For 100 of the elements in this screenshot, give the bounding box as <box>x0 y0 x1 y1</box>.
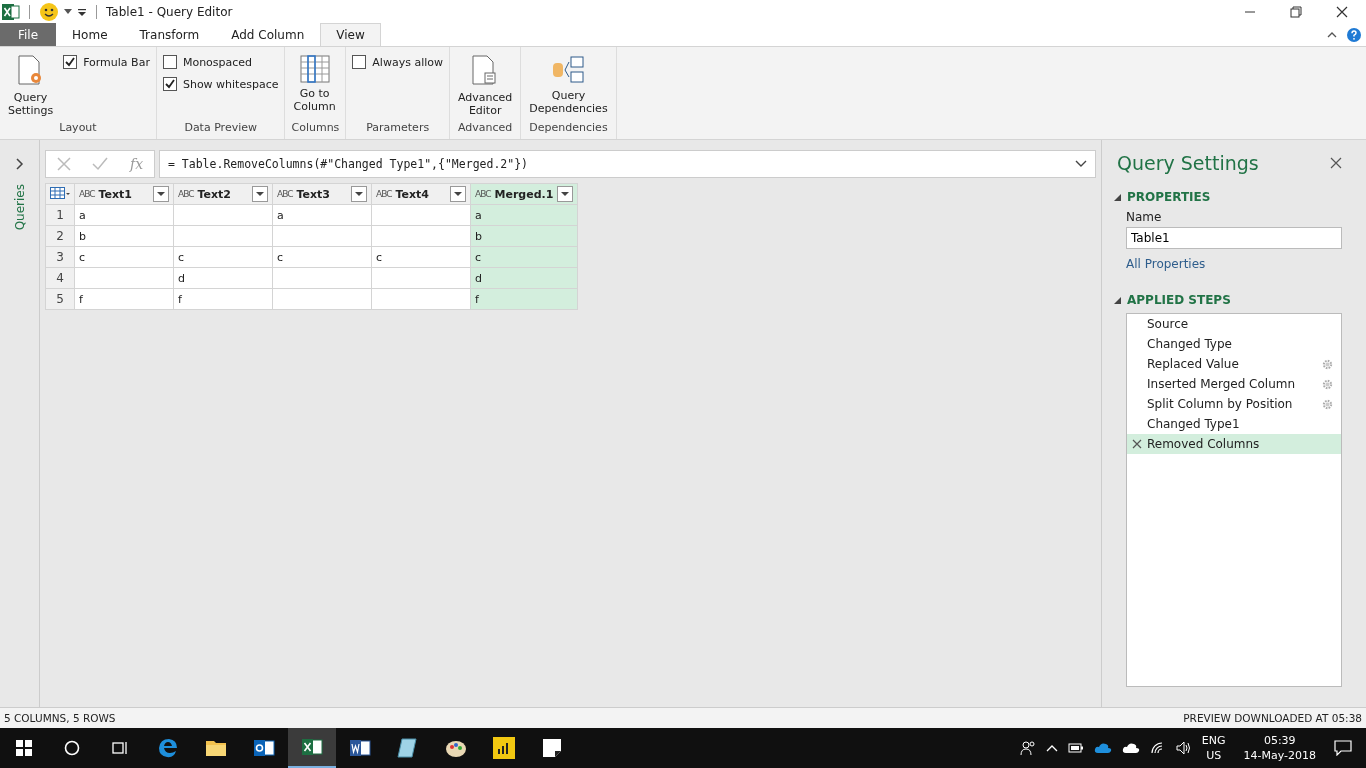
field-label: Name <box>1126 210 1163 224</box>
data-type-label[interactable]: ABC <box>475 189 491 199</box>
applied-step[interactable]: Changed Type1 <box>1127 414 1341 434</box>
name-field[interactable]: Table1 <box>1126 227 1342 249</box>
clock-date[interactable]: 14-May-2018 <box>1243 748 1316 763</box>
table-cell: d <box>173 267 273 289</box>
pane-title: Query Settings <box>1117 152 1259 174</box>
ribbon-tab[interactable]: Home <box>56 23 124 46</box>
chevron-up-icon[interactable] <box>1045 744 1058 752</box>
checkbox-label[interactable]: Monospaced <box>182 55 253 69</box>
table-column-icon[interactable] <box>299 55 330 83</box>
table-cell: a <box>272 204 372 226</box>
table-cell: f <box>173 288 273 310</box>
applied-step[interactable]: Replaced Value <box>1127 354 1341 374</box>
section-heading: APPLIED STEPS <box>1127 293 1231 307</box>
data-type-label[interactable]: ABC <box>376 189 392 199</box>
table-cell: c <box>272 246 372 268</box>
query-dependencies-button[interactable]: Query Dependencies <box>527 51 610 121</box>
advanced-editor-button[interactable]: Advanced Editor <box>456 51 515 121</box>
formula-field[interactable]: = Table.RemoveColumns(#"Changed Type1",{"Merged.2"}) <box>159 150 1096 178</box>
checkbox[interactable] <box>162 55 177 69</box>
close-icon[interactable] <box>1330 157 1342 169</box>
status-text: PREVIEW DOWNLOADED AT 05:38 <box>1183 712 1362 724</box>
applied-step[interactable]: Changed Type <box>1127 334 1341 354</box>
go-to-column-button[interactable]: Go to Column <box>291 51 338 121</box>
input-language[interactable]: ENG <box>1201 733 1226 748</box>
ribbon-tab[interactable]: Transform <box>123 23 216 46</box>
file-tab[interactable]: File <box>0 23 57 46</box>
delete-step-icon[interactable] <box>1132 439 1142 449</box>
notifications-icon[interactable] <box>1334 740 1352 756</box>
check-icon[interactable] <box>92 157 109 171</box>
column-header[interactable]: ABC Text3 <box>272 183 372 205</box>
filter-dropdown-icon[interactable] <box>153 186 169 202</box>
collapse-triangle-icon[interactable] <box>1114 193 1121 201</box>
column-header[interactable]: ABC Merged.1 <box>470 183 578 205</box>
applied-step[interactable]: Source <box>1127 314 1341 334</box>
checkbox[interactable] <box>162 77 177 91</box>
data-type-label[interactable]: ABC <box>178 189 194 199</box>
all-properties-link[interactable]: All Properties <box>1126 257 1206 271</box>
status-text: 5 COLUMNS, 5 ROWS <box>4 712 116 724</box>
ribbon-group-label: Columns <box>291 121 340 136</box>
column-header[interactable]: ABC Text2 <box>173 183 273 205</box>
ribbon-group-label: Data Preview <box>183 121 258 136</box>
collapse-ribbon-icon[interactable] <box>1327 30 1337 39</box>
windows-start-icon[interactable] <box>16 740 32 756</box>
restore-icon[interactable] <box>1290 5 1302 18</box>
ribbon-group-label: Layout <box>58 121 98 136</box>
smiley-icon[interactable] <box>39 1 59 22</box>
queries-pane-label[interactable]: Queries <box>12 184 27 231</box>
filter-dropdown-icon[interactable] <box>450 186 466 202</box>
table-cell: a <box>74 204 174 226</box>
expand-chevron-icon[interactable] <box>15 158 24 170</box>
filter-dropdown-icon[interactable] <box>351 186 367 202</box>
help-icon[interactable] <box>1347 27 1361 42</box>
collapse-triangle-icon[interactable] <box>1114 296 1121 304</box>
checkbox-label[interactable]: Always allow <box>372 55 443 69</box>
dropdown-caret-icon[interactable] <box>64 8 72 15</box>
people-icon[interactable] <box>1019 740 1036 756</box>
ribbon-tab[interactable]: Add Column <box>215 23 321 46</box>
applied-step[interactable]: Split Column by Position <box>1127 394 1341 414</box>
task-view-icon[interactable] <box>112 740 128 756</box>
expand-caret-icon <box>1075 160 1087 168</box>
customize-toolbar-icon[interactable] <box>77 6 87 17</box>
checkbox-label[interactable]: Show whitespace <box>182 77 279 91</box>
row-number: 2 <box>45 225 75 247</box>
table-cell: c <box>74 246 174 268</box>
query-settings-button[interactable]: Query Settings <box>6 51 56 121</box>
table-cell: b <box>74 225 174 247</box>
row-number: 4 <box>45 267 75 289</box>
input-region[interactable]: US <box>1206 748 1222 763</box>
applied-step[interactable]: Removed Columns <box>1127 434 1341 454</box>
row-number: 1 <box>45 204 75 226</box>
table-menu-icon[interactable] <box>50 186 70 199</box>
column-header[interactable]: ABC Text4 <box>371 183 471 205</box>
dependency-diagram-icon[interactable] <box>551 55 586 85</box>
row-number: 5 <box>45 288 75 310</box>
speaker-icon[interactable] <box>1175 741 1192 755</box>
clock-time[interactable]: 05:39 <box>1263 733 1296 748</box>
filter-dropdown-icon[interactable] <box>557 186 574 202</box>
section-heading: PROPERTIES <box>1127 190 1211 204</box>
cloud-icon[interactable] <box>1121 742 1140 754</box>
table-cell: f <box>74 288 174 310</box>
applied-step[interactable]: Inserted Merged Column <box>1127 374 1341 394</box>
table-cell: c <box>371 246 471 268</box>
checkbox-label[interactable]: Formula Bar <box>83 55 150 69</box>
ribbon-group-label: Advanced <box>457 121 514 136</box>
data-type-label[interactable]: ABC <box>277 189 293 199</box>
window-title: Table1 - Query Editor <box>106 4 233 19</box>
table-cell: c <box>173 246 273 268</box>
checkbox[interactable] <box>63 55 78 69</box>
battery-icon[interactable] <box>1067 743 1084 753</box>
close-icon[interactable] <box>1336 5 1348 18</box>
filter-dropdown-icon[interactable] <box>252 186 268 202</box>
ribbon-tab[interactable]: View <box>320 23 381 46</box>
column-header[interactable]: ABC Text1 <box>74 183 174 205</box>
data-type-label[interactable]: ABC <box>79 189 95 199</box>
ribbon-group-label: Parameters <box>365 121 431 136</box>
excel-taskbar-icon[interactable] <box>288 728 336 768</box>
checkbox[interactable] <box>352 55 367 69</box>
search-icon[interactable] <box>64 740 80 756</box>
